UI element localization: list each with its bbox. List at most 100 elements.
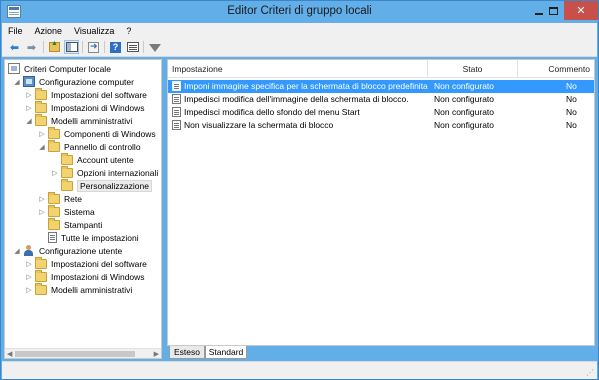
tree-item[interactable]: ◢ Modelli amministrativi [25, 113, 132, 127]
tree-item[interactable]: ▷ Opzioni internazionali [51, 165, 158, 179]
folder-icon [35, 269, 47, 282]
export-list-button[interactable] [86, 40, 101, 54]
policy-setting-icon [172, 120, 181, 130]
folder-icon [48, 217, 60, 230]
title-bar[interactable]: Editor Criteri di gruppo locali ✕ [1, 1, 598, 23]
up-one-level-button[interactable] [47, 40, 62, 54]
forward-button[interactable]: ➡ [24, 40, 39, 54]
folder-icon [48, 204, 60, 217]
tree-item[interactable]: Account utente [51, 152, 134, 166]
filter-button[interactable] [147, 40, 162, 54]
table-row[interactable]: Impedisci modifica dello sfondo del menu… [168, 106, 594, 119]
policy-setting-icon [172, 94, 181, 104]
column-header-setting[interactable]: Impostazione [168, 60, 428, 77]
tree-item[interactable]: ▷ Rete [38, 191, 82, 205]
menu-visualizza[interactable]: Visualizza [68, 26, 120, 36]
collapse-arrow-icon[interactable]: ◢ [38, 143, 46, 151]
user-icon [23, 245, 35, 256]
folder-icon [48, 191, 60, 204]
scroll-right-icon[interactable]: ▶ [154, 350, 159, 358]
close-button[interactable]: ✕ [564, 1, 598, 20]
folder-icon [61, 165, 73, 178]
properties-button[interactable] [125, 40, 140, 54]
policy-setting-icon [172, 107, 181, 117]
setting-state: Non configurato [434, 81, 495, 91]
toolbar-separator [82, 41, 83, 53]
expand-arrow-icon[interactable]: ▷ [25, 286, 33, 294]
help-button[interactable]: ? [108, 40, 123, 54]
expand-arrow-icon[interactable]: ▷ [25, 91, 33, 99]
setting-comment: No [566, 120, 577, 130]
maximize-icon [548, 6, 558, 15]
table-row[interactable]: Non visualizzare la schermata di blocco … [168, 119, 594, 132]
tree-item[interactable]: ▷ Modelli amministrativi [25, 282, 132, 296]
tree-item[interactable]: Tutte le impostazioni [38, 231, 139, 244]
expand-arrow-icon[interactable]: ▷ [25, 104, 33, 112]
folder-icon [48, 139, 60, 152]
expand-arrow-icon[interactable]: ▷ [25, 260, 33, 268]
expand-arrow-icon[interactable]: ▷ [38, 195, 46, 203]
column-header-comment[interactable]: Commento [518, 60, 594, 77]
expand-arrow-icon[interactable]: ▷ [38, 130, 46, 138]
tree-item-selected[interactable]: Personalizzazione [51, 178, 152, 192]
menu-azione[interactable]: Azione [29, 26, 69, 36]
tree-item[interactable]: ▷ Componenti di Windows [38, 126, 156, 140]
folder-icon [35, 87, 47, 100]
expand-arrow-icon[interactable]: ▷ [38, 208, 46, 216]
tree-item[interactable]: ▷ Impostazioni del software [25, 87, 147, 101]
table-row-selected[interactable]: Imponi immagine specifica per la scherma… [168, 80, 594, 93]
setting-comment: No [566, 107, 577, 117]
tab-standard[interactable]: Standard [205, 346, 247, 359]
setting-comment: No [566, 81, 577, 91]
status-bar: ⋰ [2, 361, 597, 379]
folder-icon [48, 126, 60, 139]
view-tabs: Esteso Standard [167, 346, 595, 360]
scroll-left-icon[interactable]: ◀ [7, 350, 12, 358]
menu-help[interactable]: ? [120, 26, 137, 36]
tree-item[interactable]: ▷ Sistema [38, 204, 95, 218]
folder-icon [61, 152, 73, 165]
tree-item[interactable]: ◢ Configurazione computer [13, 75, 134, 88]
scrollbar-thumb[interactable] [15, 351, 135, 357]
tree-item[interactable]: ◢ Pannello di controllo [38, 139, 141, 153]
setting-state: Non configurato [434, 94, 495, 104]
tree-item[interactable]: Criteri Computer locale [8, 62, 111, 75]
tree-item[interactable]: ▷ Impostazioni di Windows [25, 269, 145, 283]
collapse-arrow-icon[interactable]: ◢ [13, 78, 21, 86]
tree-item[interactable]: ▷ Impostazioni di Windows [25, 100, 145, 114]
setting-state: Non configurato [434, 120, 495, 130]
setting-name: Non visualizzare la schermata di blocco [184, 120, 334, 130]
back-button[interactable]: ⬅ [7, 40, 22, 54]
collapse-arrow-icon[interactable]: ◢ [25, 117, 33, 125]
properties-icon [126, 42, 139, 52]
collapse-arrow-icon[interactable]: ◢ [13, 247, 21, 255]
expand-arrow-icon[interactable]: ▷ [51, 169, 59, 177]
application-window: Editor Criteri di gruppo locali ✕ File A… [0, 0, 599, 380]
tree-item[interactable]: Stampanti [38, 217, 102, 231]
column-header-state[interactable]: Stato [428, 60, 518, 77]
document-icon [48, 232, 57, 243]
maximize-button[interactable] [542, 1, 564, 20]
tree-item[interactable]: ▷ Impostazioni del software [25, 256, 147, 270]
menu-file[interactable]: File [2, 26, 29, 36]
toolbar-separator [104, 41, 105, 53]
folder-icon [35, 100, 47, 113]
table-row[interactable]: Impedisci modifica dell'immagine della s… [168, 93, 594, 106]
resize-grip-icon[interactable]: ⋰ [586, 368, 594, 377]
menu-bar: File Azione Visualizza ? [2, 23, 597, 38]
settings-list[interactable]: Impostazione Stato Commento Imponi immag… [167, 59, 595, 346]
tab-extended[interactable]: Esteso [169, 346, 205, 359]
show-hide-tree-button[interactable] [64, 40, 79, 54]
toolbar: ⬅ ➡ ? [2, 38, 597, 57]
help-icon: ? [110, 41, 121, 53]
export-icon [88, 41, 99, 53]
filter-icon [148, 44, 161, 52]
tree-item[interactable]: ◢ Configurazione utente [13, 244, 122, 257]
folder-icon [35, 256, 47, 269]
expand-arrow-icon[interactable]: ▷ [25, 273, 33, 281]
folder-up-icon [49, 40, 60, 52]
gpo-icon [8, 63, 20, 74]
computer-icon [23, 76, 35, 87]
tree-horizontal-scrollbar[interactable]: ◀ ▶ [5, 348, 161, 358]
console-tree[interactable]: Criteri Computer locale ◢ Configurazione… [4, 59, 162, 359]
